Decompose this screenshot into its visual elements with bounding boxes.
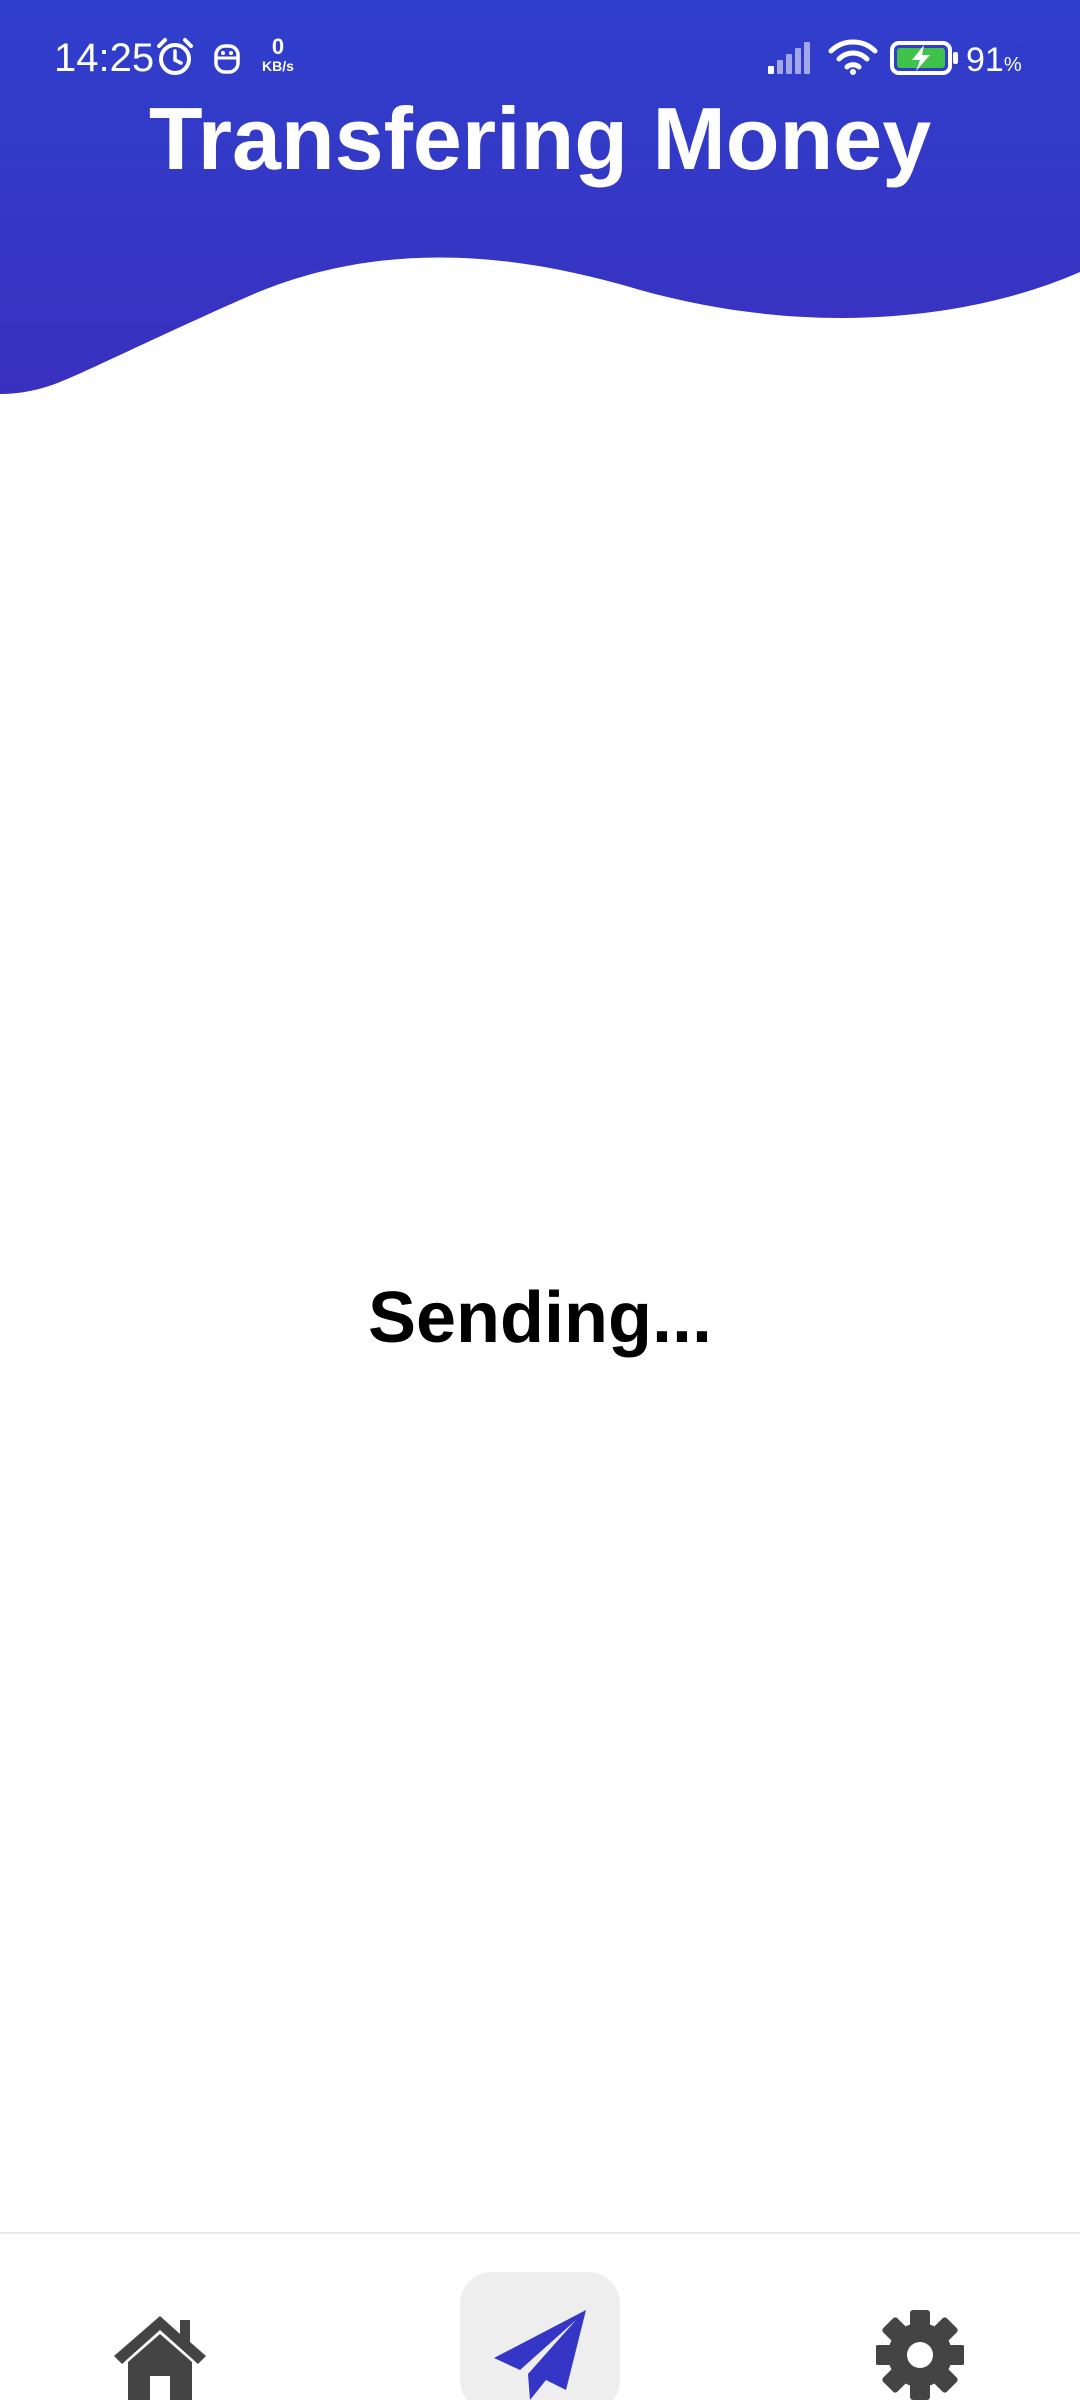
robot-icon	[214, 44, 240, 74]
page-title: Transfering Money	[148, 89, 932, 188]
network-speed-unit: KB/s	[262, 58, 294, 74]
battery-percent-value: 91	[966, 41, 1004, 79]
alarm-icon	[157, 38, 193, 75]
paper-plane-icon	[494, 2310, 586, 2400]
transfer-screen: 14:25 0 KB/s 91% Transfering Money Sendi…	[0, 0, 1080, 2400]
nav-send-button[interactable]	[490, 2308, 590, 2400]
battery-charging-icon	[890, 41, 958, 75]
signal-icon	[768, 42, 810, 74]
network-speed: 0 KB/s	[258, 34, 298, 75]
bottom-navigation	[0, 2232, 1080, 2400]
network-speed-value: 0	[271, 34, 285, 59]
gear-icon	[876, 2310, 964, 2400]
sending-status-text: Sending...	[367, 1278, 712, 1358]
nav-settings-button[interactable]	[876, 2308, 964, 2400]
wifi-icon	[828, 39, 878, 75]
status-time: 14:25	[54, 36, 155, 80]
home-icon	[114, 2316, 206, 2400]
nav-home-button[interactable]	[112, 2312, 208, 2400]
battery-percent: 91%	[966, 38, 1022, 87]
battery-percent-unit: %	[1003, 54, 1022, 76]
